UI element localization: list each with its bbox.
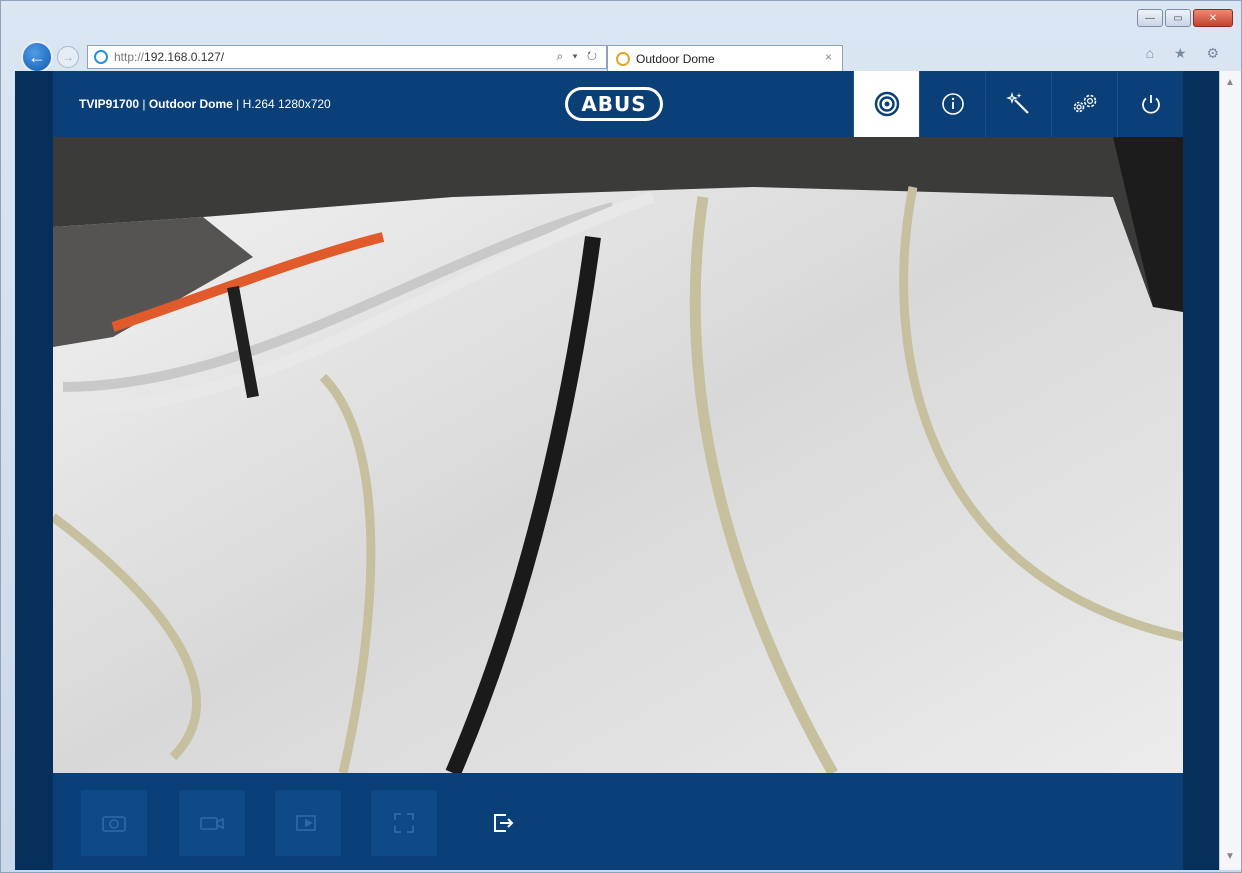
live-view-icon	[874, 91, 899, 117]
power-button[interactable]	[1117, 71, 1183, 137]
scroll-down-icon[interactable]: ▼	[1225, 851, 1235, 862]
browser-tab[interactable]: Outdoor Dome ×	[607, 45, 843, 71]
logout-button[interactable]	[471, 790, 537, 856]
address-tools[interactable]: ⌕ ▾ ↻	[556, 49, 600, 64]
record-icon	[200, 817, 224, 830]
window-controls: — ▭ ✕	[1137, 9, 1233, 27]
page-margin-right	[1183, 71, 1221, 870]
settings-icon	[1073, 94, 1096, 113]
url-protocol: http://	[114, 50, 145, 64]
live-view-button[interactable]	[853, 71, 919, 137]
back-button[interactable]: ←	[21, 41, 53, 73]
vertical-scrollbar[interactable]: ▲ ▼	[1219, 71, 1241, 870]
snapshot-button[interactable]	[81, 790, 147, 856]
url-text: http://192.168.0.127/	[114, 50, 224, 64]
address-bar[interactable]: http://192.168.0.127/ ⌕ ▾ ↻	[87, 45, 607, 69]
playback-icon	[296, 815, 316, 831]
browser-right-icons[interactable]: ⌂ ★ ⚙	[1146, 45, 1227, 62]
fullscreen-button[interactable]	[371, 790, 437, 856]
camera-info: TVIP91700 | Outdoor Dome | H.264 1280x72…	[79, 97, 331, 111]
forward-button[interactable]: →	[57, 46, 79, 68]
browser-window: — ▭ ✕ ← → http://192.168.0.127/ ⌕ ▾ ↻ Ou…	[0, 0, 1242, 873]
stream-info: H.264 1280x720	[242, 97, 331, 111]
camera-info-sep2: |	[232, 97, 243, 111]
page-viewport: TVIP91700 | Outdoor Dome | H.264 1280x72…	[15, 71, 1221, 870]
abus-logo: ABUS	[565, 87, 663, 121]
tab-favicon-icon	[616, 51, 630, 66]
logout-icon	[494, 814, 514, 832]
minimize-button[interactable]: —	[1137, 9, 1163, 27]
snapshot-icon	[102, 816, 126, 832]
info-icon	[941, 93, 964, 115]
scroll-up-icon[interactable]: ▲	[1225, 77, 1235, 88]
video-frame-image	[53, 137, 1183, 773]
top-toolbar	[853, 71, 1183, 137]
video-controls-bar	[53, 773, 1183, 870]
page-margin-left	[15, 71, 53, 870]
ie-icon	[94, 50, 108, 64]
fullscreen-icon	[394, 813, 414, 833]
playback-button[interactable]	[275, 790, 341, 856]
wizard-button[interactable]	[985, 71, 1051, 137]
tab-title: Outdoor Dome	[636, 51, 715, 66]
power-icon	[1141, 95, 1160, 114]
close-window-button[interactable]: ✕	[1193, 9, 1233, 27]
wizard-icon	[1005, 92, 1029, 114]
tab-close-icon[interactable]: ×	[825, 50, 832, 64]
camera-name: Outdoor Dome	[148, 97, 233, 111]
camera-video-feed[interactable]	[53, 137, 1183, 773]
maximize-button[interactable]: ▭	[1165, 9, 1191, 27]
url-host: 192.168.0.127/	[144, 50, 225, 64]
record-button[interactable]	[179, 790, 245, 856]
info-button[interactable]	[919, 71, 985, 137]
camera-info-sep1: |	[139, 97, 149, 111]
app-header: TVIP91700 | Outdoor Dome | H.264 1280x72…	[53, 71, 1183, 137]
camera-model: TVIP91700	[79, 97, 140, 111]
settings-button[interactable]	[1051, 71, 1117, 137]
